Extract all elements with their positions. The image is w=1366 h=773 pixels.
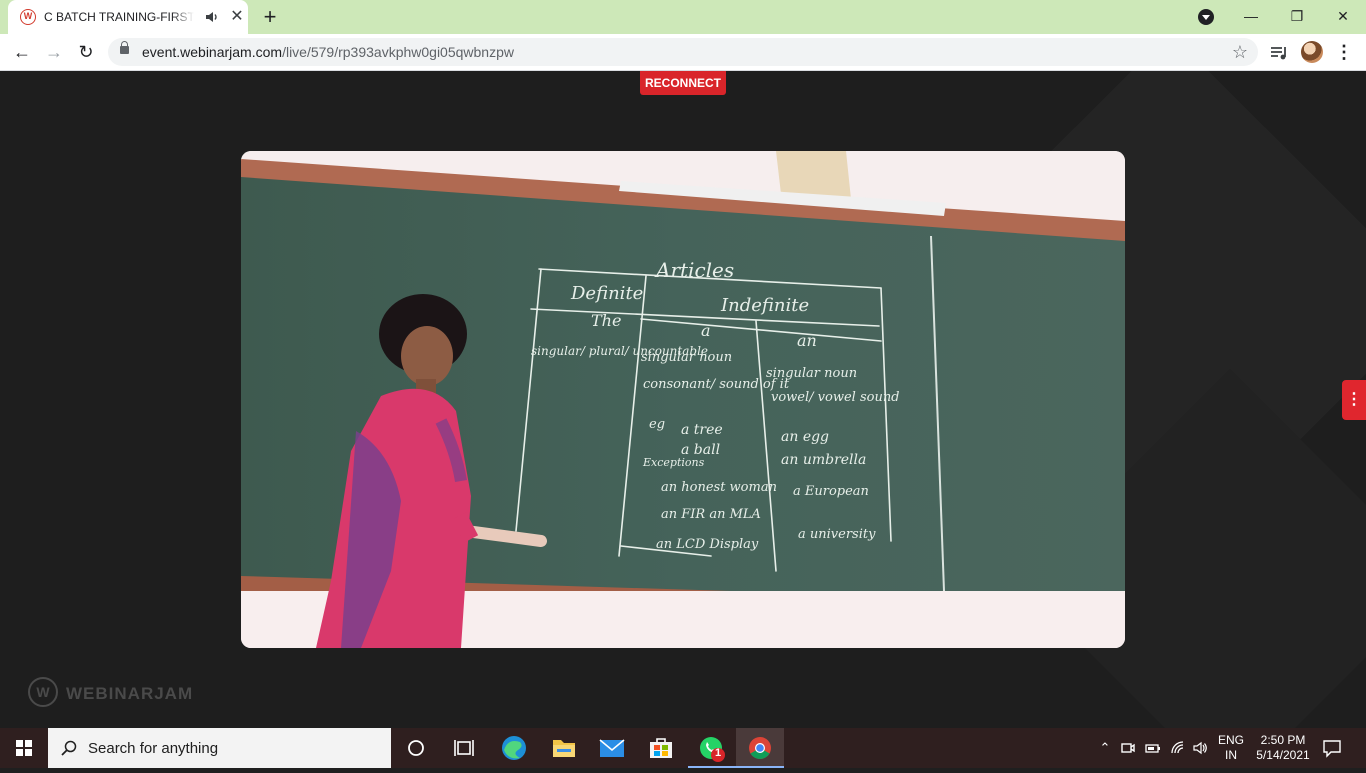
- side-menu-button[interactable]: ⋮: [1342, 380, 1366, 420]
- board-ex-lcd: an LCD Display: [656, 537, 759, 552]
- board-a: a: [701, 321, 711, 340]
- tab-strip: W C BATCH TRAINING-FIRST YEAR ✕ + — ❐ ✕: [0, 0, 1366, 34]
- webinarjam-logo-icon: W: [28, 677, 58, 707]
- board-the: The: [591, 311, 621, 330]
- board-ex-european: a European: [793, 484, 869, 499]
- bookmark-star-icon[interactable]: ☆: [1232, 41, 1248, 63]
- board-row2-right: vowel/ vowel sound: [771, 390, 900, 405]
- close-window-button[interactable]: ✕: [1320, 0, 1366, 32]
- board-ex-umbrella: an umbrella: [781, 452, 866, 468]
- whatsapp-icon[interactable]: 1: [688, 728, 736, 768]
- board-row1-mid: singular noun: [641, 350, 732, 365]
- address-bar[interactable]: event.webinarjam.com/live/579/rp393avkph…: [108, 38, 1258, 66]
- board-heading: Articles: [654, 258, 734, 282]
- windows-start-button[interactable]: [0, 728, 48, 768]
- search-placeholder: Search for anything: [88, 740, 219, 757]
- windows-taskbar: Search for anything 1 ⌃ ENG IN 2:50 PM 5…: [0, 728, 1366, 768]
- board-row2-mid: consonant/ sound of it: [643, 377, 790, 392]
- board-col-indefinite: Indefinite: [720, 295, 809, 316]
- tab-title: C BATCH TRAINING-FIRST YEAR: [44, 10, 194, 24]
- wifi-icon[interactable]: [1170, 740, 1186, 756]
- new-tab-button[interactable]: +: [258, 5, 282, 29]
- restore-button[interactable]: ❐: [1274, 0, 1320, 32]
- board-ex-university: a university: [798, 527, 876, 542]
- task-view-icon[interactable]: [440, 728, 488, 768]
- url-path: /live/579/rp393avkphw0gi05qwbnzpw: [282, 44, 514, 60]
- clock[interactable]: 2:50 PM 5/14/2021: [1252, 733, 1314, 763]
- chrome-icon[interactable]: [736, 728, 784, 768]
- url-text[interactable]: event.webinarjam.com/live/579/rp393avkph…: [142, 44, 514, 60]
- reload-button[interactable]: ↻: [74, 40, 98, 64]
- browser-toolbar: ← → ↻ event.webinarjam.com/live/579/rp39…: [0, 34, 1366, 71]
- search-icon: [61, 740, 77, 756]
- speaker-icon[interactable]: [204, 9, 220, 25]
- board-an: an: [797, 331, 817, 350]
- browser-tab[interactable]: W C BATCH TRAINING-FIRST YEAR ✕: [8, 0, 248, 34]
- webinarjam-favicon-icon: W: [20, 9, 36, 25]
- show-hidden-icons-button[interactable]: ⌃: [1097, 740, 1113, 756]
- lang-line2: IN: [1225, 748, 1237, 762]
- board-exceptions: Exceptions: [642, 456, 705, 469]
- tab-search-icon[interactable]: [1198, 9, 1214, 25]
- edge-browser-icon[interactable]: [490, 728, 538, 768]
- forward-button[interactable]: →: [42, 40, 66, 64]
- battery-icon[interactable]: [1145, 740, 1161, 756]
- close-tab-button[interactable]: ✕: [228, 8, 246, 26]
- classroom-blackboard-image: Articles Definite Indefinite The a an si…: [241, 151, 1125, 648]
- mail-icon[interactable]: [588, 728, 636, 768]
- volume-icon[interactable]: [1192, 740, 1208, 756]
- language-indicator[interactable]: ENG IN: [1218, 733, 1244, 763]
- meet-now-icon[interactable]: [1120, 740, 1136, 756]
- cortana-icon[interactable]: [392, 728, 440, 768]
- webinar-video[interactable]: Articles Definite Indefinite The a an si…: [241, 151, 1125, 648]
- watermark-text: WEBINARJAM: [66, 684, 194, 703]
- reconnect-button[interactable]: RECONNECT: [640, 71, 726, 95]
- file-explorer-icon[interactable]: [540, 728, 588, 768]
- taskbar-search-box[interactable]: Search for anything: [48, 728, 391, 768]
- board-ex-egg: an egg: [781, 429, 829, 445]
- clock-date: 5/14/2021: [1256, 748, 1310, 762]
- minimize-button[interactable]: —: [1228, 0, 1274, 32]
- microsoft-store-icon[interactable]: [637, 728, 685, 768]
- media-control-icon[interactable]: [1268, 42, 1290, 64]
- board-ex-fir: an FIR an MLA: [661, 507, 761, 522]
- back-button[interactable]: ←: [10, 40, 34, 64]
- notification-center-icon[interactable]: [1322, 738, 1342, 758]
- lock-icon[interactable]: [120, 41, 129, 54]
- profile-avatar[interactable]: [1301, 41, 1323, 63]
- whatsapp-badge: 1: [714, 747, 722, 759]
- browser-menu-button[interactable]: ⋮: [1334, 40, 1354, 64]
- url-host: event.webinarjam.com: [142, 44, 283, 60]
- board-ex-tree: a tree: [681, 422, 723, 438]
- board-col-definite: Definite: [570, 283, 643, 304]
- board-ex-honest: an honest woman: [661, 480, 777, 495]
- webinar-page: RECONNECT Articles Definite Indefinite T…: [0, 71, 1366, 728]
- clock-time: 2:50 PM: [1260, 733, 1306, 747]
- lang-line1: ENG: [1218, 733, 1245, 747]
- board-eg: eg: [649, 417, 665, 432]
